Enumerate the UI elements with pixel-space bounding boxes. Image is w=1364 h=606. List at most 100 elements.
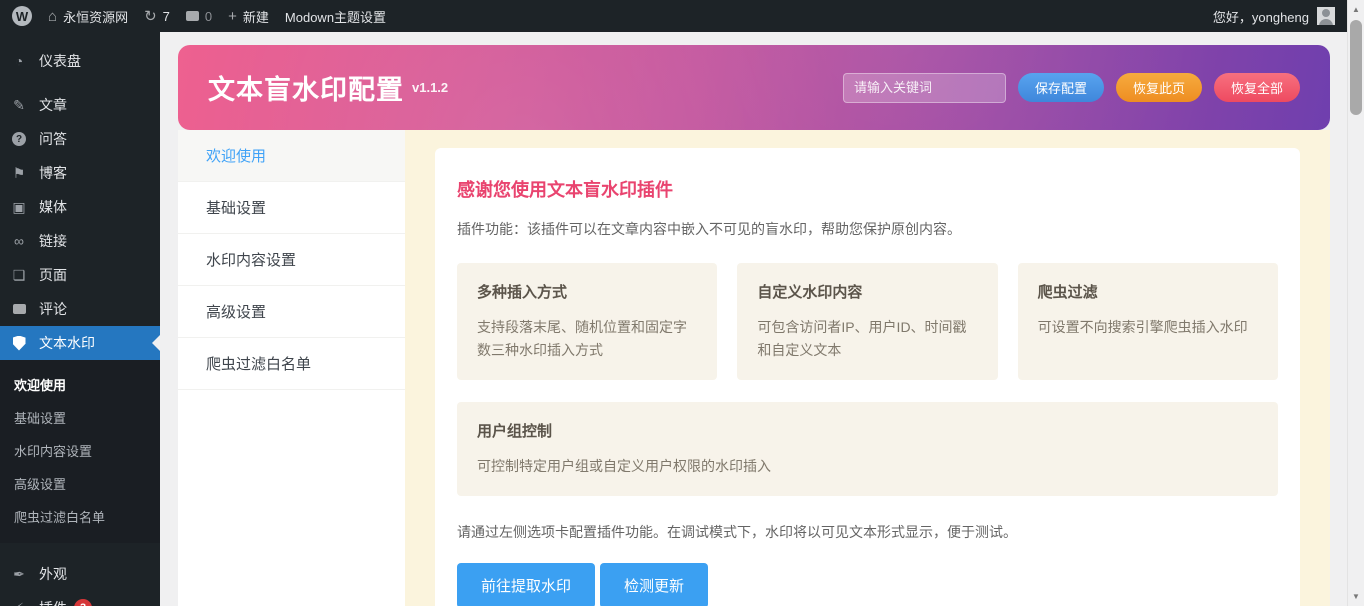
wordpress-logo-icon: W — [12, 6, 32, 26]
theme-settings-link[interactable]: Modown主题设置 — [285, 7, 386, 26]
feature-title: 多种插入方式 — [477, 281, 697, 302]
admin-sidebar: ◔ 仪表盘 ✎ 文章 ? 问答 ⚑ 博客 ▣ 媒体 ∞ 链接 ❏ 页面 评论 — [0, 32, 160, 606]
page-content-area: 文本盲水印配置 v1.1.2 保存配置 恢复此页 恢复全部 欢迎使用 基础设置 … — [160, 32, 1347, 606]
feature-desc: 可设置不向搜索引擎爬虫插入水印 — [1038, 316, 1258, 339]
sidebar-item-posts[interactable]: ✎ 文章 — [0, 88, 160, 122]
tab-basic-settings[interactable]: 基础设置 — [178, 182, 405, 234]
feature-title: 爬虫过滤 — [1038, 281, 1258, 302]
sidebar-item-label: 页面 — [39, 265, 67, 285]
intro-text: 插件功能：该插件可以在文章内容中嵌入不可见的盲水印，帮助您保护原创内容。 — [457, 219, 1278, 239]
link-icon: ∞ — [8, 233, 30, 249]
restore-all-button[interactable]: 恢复全部 — [1214, 73, 1300, 102]
sidebar-item-label: 插件 — [39, 598, 67, 606]
scroll-down-button[interactable]: ▼ — [1348, 592, 1364, 601]
feature-desc: 可控制特定用户组或自定义用户权限的水印插入 — [477, 455, 1258, 478]
sidebar-item-label: 仪表盘 — [39, 51, 81, 71]
sidebar-item-label: 文章 — [39, 95, 67, 115]
feature-card-user-groups: 用户组控制 可控制特定用户组或自定义用户权限的水印插入 — [457, 402, 1278, 496]
action-buttons: 前往提取水印 检测更新 — [457, 563, 1278, 606]
sidebar-item-label: 外观 — [39, 564, 67, 584]
plugins-icon: ⚡ — [8, 600, 30, 606]
restore-page-button[interactable]: 恢复此页 — [1116, 73, 1202, 102]
feature-title: 自定义水印内容 — [757, 281, 977, 302]
sidebar-item-links[interactable]: ∞ 链接 — [0, 224, 160, 258]
feature-card-custom-content: 自定义水印内容 可包含访问者IP、用户ID、时间戳和自定义文本 — [737, 263, 997, 380]
extract-watermark-button[interactable]: 前往提取水印 — [457, 563, 595, 606]
tab-content: 感谢您使用文本盲水印插件 插件功能：该插件可以在文章内容中嵌入不可见的盲水印，帮… — [405, 130, 1330, 606]
scroll-up-button[interactable]: ▲ — [1348, 5, 1364, 14]
feature-card-insert-modes: 多种插入方式 支持段落末尾、随机位置和固定字数三种水印插入方式 — [457, 263, 717, 380]
sidebar-item-label: 文本水印 — [39, 333, 95, 353]
home-icon: ⌂ — [48, 9, 57, 24]
submenu-item-advanced-settings[interactable]: 高级设置 — [0, 467, 160, 500]
qa-icon: ? — [8, 132, 30, 146]
settings-tab-list: 欢迎使用 基础设置 水印内容设置 高级设置 爬虫过滤白名单 — [178, 130, 405, 606]
note-text: 请通过左侧选项卡配置插件功能。在调试模式下，水印将以可见文本形式显示，便于测试。 — [457, 522, 1278, 542]
sidebar-item-pages[interactable]: ❏ 页面 — [0, 258, 160, 292]
dashboard-icon: ◔ — [8, 53, 30, 69]
account-menu[interactable]: 您好，yongheng — [1213, 7, 1335, 26]
sidebar-item-plugins[interactable]: ⚡ 插件 3 — [0, 591, 160, 606]
submenu-item-content-settings[interactable]: 水印内容设置 — [0, 434, 160, 467]
greeting-label: 您好，yongheng — [1213, 7, 1309, 26]
welcome-card: 感谢您使用文本盲水印插件 插件功能：该插件可以在文章内容中嵌入不可见的盲水印，帮… — [435, 148, 1300, 606]
sidebar-item-label: 博客 — [39, 163, 67, 183]
admin-bar: W ⌂ 永恒资源网 ↻ 7 0 + 新建 Modown主题设置 您好，yongh… — [0, 0, 1347, 32]
screen: W ⌂ 永恒资源网 ↻ 7 0 + 新建 Modown主题设置 您好，yongh… — [0, 0, 1364, 606]
new-content-label: 新建 — [243, 7, 269, 26]
comments-link[interactable]: 0 — [186, 9, 212, 24]
shield-icon — [8, 336, 30, 351]
pages-icon: ❏ — [8, 267, 30, 284]
updates-icon: ↻ — [144, 9, 157, 24]
page-title: 文本盲水印配置 — [208, 68, 404, 107]
sidebar-item-qa[interactable]: ? 问答 — [0, 122, 160, 156]
submenu-item-crawler-whitelist[interactable]: 爬虫过滤白名单 — [0, 500, 160, 533]
tab-welcome[interactable]: 欢迎使用 — [178, 130, 405, 182]
sidebar-item-label: 问答 — [39, 129, 67, 149]
flag-icon: ⚑ — [8, 165, 30, 182]
avatar — [1317, 7, 1335, 25]
save-config-button[interactable]: 保存配置 — [1018, 73, 1104, 102]
sidebar-item-label: 评论 — [39, 299, 67, 319]
update-count: 7 — [163, 9, 170, 24]
sidebar-item-text-watermark[interactable]: 文本水印 — [0, 326, 160, 360]
plus-icon: + — [228, 9, 237, 24]
check-update-button[interactable]: 检测更新 — [600, 563, 708, 606]
welcome-heading: 感谢您使用文本盲水印插件 — [457, 176, 1278, 202]
plugin-settings-panel: 文本盲水印配置 v1.1.2 保存配置 恢复此页 恢复全部 欢迎使用 基础设置 … — [178, 45, 1330, 606]
sidebar-item-media[interactable]: ▣ 媒体 — [0, 190, 160, 224]
sidebar-item-label: 链接 — [39, 231, 67, 251]
tab-crawler-whitelist[interactable]: 爬虫过滤白名单 — [178, 338, 405, 390]
site-name-label: 永恒资源网 — [63, 7, 128, 26]
scrollbar[interactable]: ▲ ▼ — [1347, 0, 1364, 606]
submenu-item-basic-settings[interactable]: 基础设置 — [0, 401, 160, 434]
feature-card-crawler-filter: 爬虫过滤 可设置不向搜索引擎爬虫插入水印 — [1018, 263, 1278, 380]
comment-count: 0 — [205, 9, 212, 24]
appearance-icon: ✒ — [8, 566, 30, 583]
sidebar-item-appearance[interactable]: ✒ 外观 — [0, 557, 160, 591]
wordpress-menu[interactable]: W — [12, 6, 32, 26]
sidebar-item-blog[interactable]: ⚑ 博客 — [0, 156, 160, 190]
feature-desc: 可包含访问者IP、用户ID、时间戳和自定义文本 — [757, 316, 977, 362]
comment-icon — [8, 304, 30, 314]
sidebar-item-dashboard[interactable]: ◔ 仪表盘 — [0, 44, 160, 78]
tab-advanced-settings[interactable]: 高级设置 — [178, 286, 405, 338]
updates-link[interactable]: ↻ 7 — [144, 9, 170, 24]
tab-content-settings[interactable]: 水印内容设置 — [178, 234, 405, 286]
comments-icon — [186, 11, 199, 21]
scroll-thumb[interactable] — [1350, 20, 1362, 115]
plugins-update-badge: 3 — [74, 599, 92, 606]
sidebar-item-comments[interactable]: 评论 — [0, 292, 160, 326]
version-label: v1.1.2 — [412, 80, 448, 95]
plugin-body: 欢迎使用 基础设置 水印内容设置 高级设置 爬虫过滤白名单 感谢您使用文本盲水印… — [178, 130, 1330, 606]
feature-title: 用户组控制 — [477, 420, 1258, 441]
feature-desc: 支持段落末尾、随机位置和固定字数三种水印插入方式 — [477, 316, 697, 362]
keyword-search-input[interactable] — [843, 73, 1006, 103]
submenu-item-welcome[interactable]: 欢迎使用 — [0, 368, 160, 401]
theme-settings-label: Modown主题设置 — [285, 7, 386, 26]
site-name-link[interactable]: ⌂ 永恒资源网 — [48, 7, 128, 26]
feature-grid: 多种插入方式 支持段落末尾、随机位置和固定字数三种水印插入方式 自定义水印内容 … — [457, 263, 1278, 380]
new-content-button[interactable]: + 新建 — [228, 7, 269, 26]
sidebar-item-label: 媒体 — [39, 197, 67, 217]
media-icon: ▣ — [8, 199, 30, 216]
